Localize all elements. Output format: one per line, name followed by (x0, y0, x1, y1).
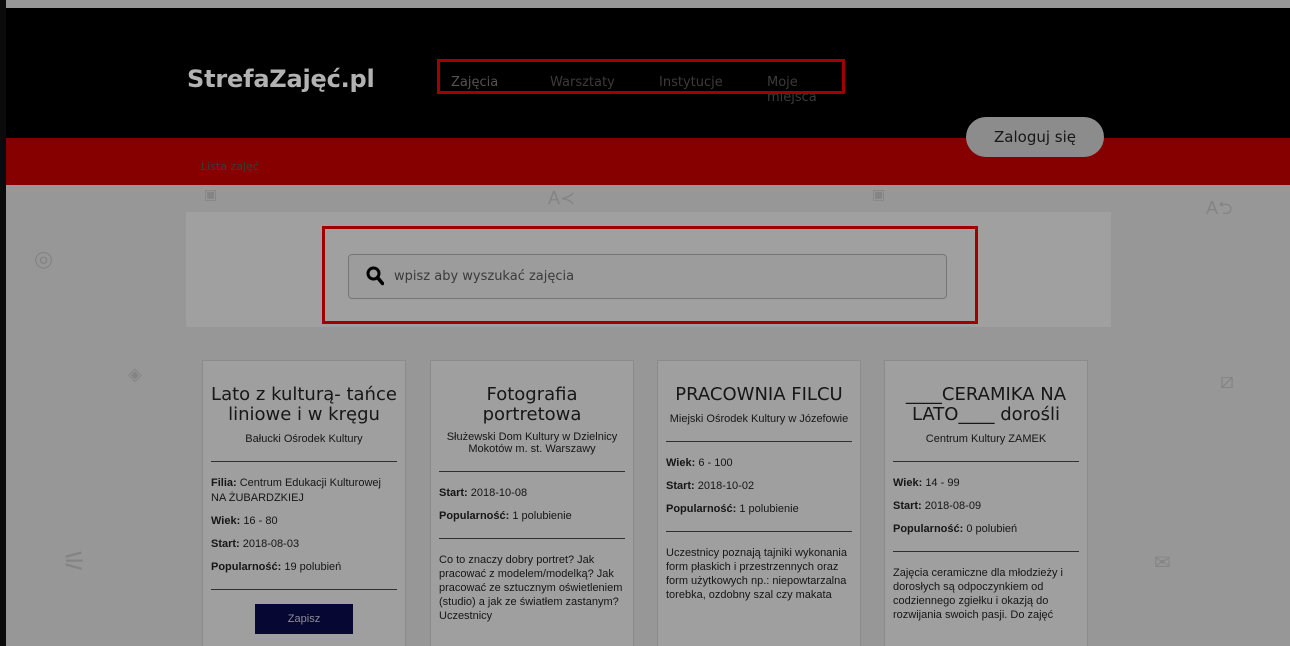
translate-icon: A≺ (548, 188, 576, 208)
card-organizer: Centrum Kultury ZAMEK (925, 433, 1047, 445)
card-popularity: Popularność: 19 polubień (211, 561, 342, 573)
card-divider (893, 551, 1079, 552)
envelope-icon: ✉ (1154, 552, 1171, 574)
card-divider (666, 441, 852, 442)
card-title[interactable]: ____CERAMIKA NA LATO____ dorośli (891, 385, 1081, 425)
card-organizer: Miejski Ośrodek Kultury w Józefowie (669, 413, 849, 425)
card-divider (666, 531, 852, 532)
login-button[interactable]: Zaloguj się (966, 117, 1104, 157)
tag-icon: ⧄ (1220, 368, 1234, 393)
card-organizer: Bałucki Ośrodek Kultury (245, 433, 363, 445)
activity-card[interactable]: Fotografia portretowa Służewski Dom Kult… (430, 360, 634, 646)
card-title[interactable]: Fotografia portretowa (437, 385, 627, 425)
card-start: Start: 2018-10-08 (439, 487, 528, 499)
card-start: Start: 2018-08-03 (211, 538, 300, 550)
card-organizer: Służewski Dom Kultury w Dzielnicy Mokotó… (446, 431, 618, 455)
site-logo[interactable]: StrefaZajęć.pl (187, 65, 375, 93)
card-divider (211, 461, 397, 462)
activity-card[interactable]: ____CERAMIKA NA LATO____ dorośli Centrum… (884, 360, 1088, 646)
eye-icon: ◎ (34, 246, 54, 271)
card-popularity: Popularność: 0 polubień (893, 523, 1018, 535)
diamond-icon: ◈ (128, 364, 142, 384)
activity-card[interactable]: Lato z kulturą- tańce liniowe i w kręgu … (202, 360, 406, 646)
brush-icon: ⚟ (62, 546, 88, 577)
card-divider (893, 461, 1079, 462)
card-age: Wiek: 14 - 99 (893, 477, 960, 489)
card-branch: Filia: Centrum Edukacji Kulturowej NA ŻU… (211, 477, 381, 504)
search-highlight-frame (322, 226, 978, 324)
card-start: Start: 2018-08-09 (893, 500, 982, 512)
card-age: Wiek: 16 - 80 (211, 515, 278, 527)
enroll-button[interactable]: Zapisz (255, 604, 353, 634)
activity-card[interactable]: PRACOWNIA FILCU Miejski Ośrodek Kultury … (657, 360, 861, 646)
card-description: Zajęcia ceramiczne dla młodzieży i doros… (893, 567, 1063, 621)
card-description: Uczestnicy poznają tajniki wykonania for… (666, 547, 847, 601)
photo-icon: ▣ (872, 186, 886, 202)
card-title[interactable]: Lato z kulturą- tańce liniowe i w kręgu (209, 385, 399, 425)
card-title[interactable]: PRACOWNIA FILCU (664, 385, 854, 405)
breadcrumb[interactable]: Lista zajęć (201, 160, 259, 173)
card-description: Co to znaczy dobry portret? Jak pracować… (439, 554, 623, 622)
card-divider (439, 538, 625, 539)
card-popularity: Popularność: 1 polubienie (439, 510, 572, 522)
translate-icon: A⮌ (1206, 198, 1233, 218)
card-start: Start: 2018-10-02 (666, 480, 755, 492)
nav-highlight-frame (437, 59, 845, 94)
card-popularity: Popularność: 1 polubienie (666, 503, 799, 515)
photo-icon: ▣ (204, 186, 218, 202)
card-divider (211, 589, 397, 590)
card-age: Wiek: 6 - 100 (666, 457, 733, 469)
card-divider (439, 471, 625, 472)
